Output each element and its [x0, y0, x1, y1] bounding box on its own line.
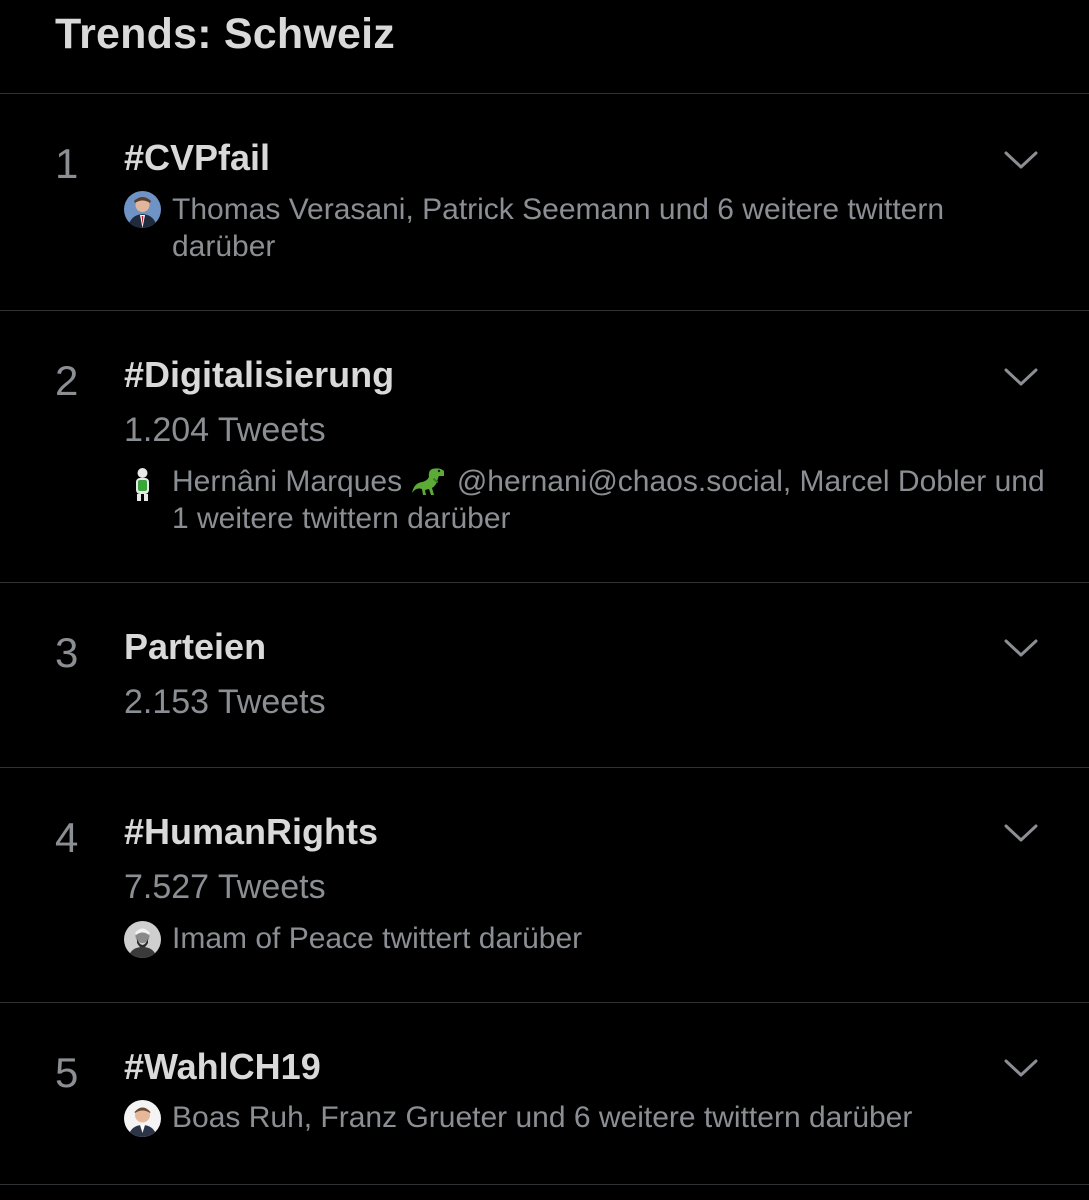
- trend-name[interactable]: #WahlCH19: [124, 1046, 321, 1088]
- trend-name[interactable]: #HumanRights: [124, 811, 378, 853]
- page-header: Trends: Schweiz: [0, 0, 1089, 94]
- trend-name[interactable]: #CVPfail: [124, 137, 270, 179]
- trend-name[interactable]: #Digitalisierung: [124, 354, 394, 396]
- chevron-down-icon[interactable]: [1003, 1057, 1039, 1079]
- trend-context: Hernâni Marques @hernani@chaos.social, M…: [172, 463, 1052, 537]
- chevron-down-icon[interactable]: [1003, 366, 1039, 388]
- page-title: Trends: Schweiz: [55, 10, 395, 58]
- avatar: [124, 465, 161, 502]
- trend-item[interactable]: 3 Parteien 2.153 Tweets: [0, 583, 1089, 768]
- trend-item[interactable]: 4 #HumanRights 7.527 Tweets Imam of Peac…: [0, 768, 1089, 1003]
- chevron-down-icon[interactable]: [1003, 637, 1039, 659]
- avatar: [124, 1100, 161, 1137]
- trend-context: Imam of Peace twittert darüber: [172, 922, 583, 955]
- trend-rank: 4: [55, 814, 79, 861]
- trend-rank: 5: [55, 1049, 79, 1096]
- context-text-start: Hernâni Marques: [172, 465, 403, 498]
- t-rex-icon: [412, 468, 445, 495]
- chevron-down-icon[interactable]: [1003, 822, 1039, 844]
- trend-rank: 1: [55, 140, 79, 187]
- trend-rank: 2: [55, 357, 79, 404]
- tweet-count: 1.204 Tweets: [124, 411, 326, 449]
- tweet-count: 2.153 Tweets: [124, 683, 326, 721]
- trend-item[interactable]: 5 #WahlCH19 Boas Ruh, Franz Grueter und …: [0, 1003, 1089, 1185]
- avatar: [124, 921, 161, 958]
- chevron-down-icon[interactable]: [1003, 149, 1039, 171]
- avatar: [124, 191, 161, 228]
- trend-context: Thomas Verasani, Patrick Seemann und 6 w…: [172, 193, 945, 263]
- trend-rank: 3: [55, 629, 79, 676]
- trend-name[interactable]: Parteien: [124, 626, 266, 668]
- trend-context: Boas Ruh, Franz Grueter und 6 weitere tw…: [172, 1101, 913, 1134]
- trend-item[interactable]: 2 #Digitalisierung 1.204 Tweets Hernâni …: [0, 311, 1089, 583]
- tweet-count: 7.527 Tweets: [124, 868, 326, 906]
- trend-item[interactable]: 1 #CVPfail Thomas Verasani, Patrick Seem…: [0, 95, 1089, 311]
